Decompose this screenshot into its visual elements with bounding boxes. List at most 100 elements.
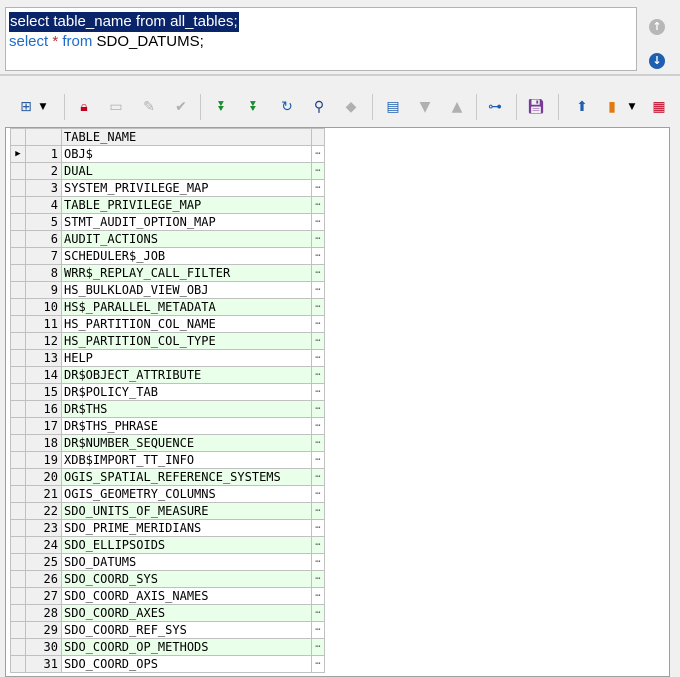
delete-record-icon[interactable]: ✎ xyxy=(138,90,160,124)
table-row[interactable]: 29 SDO_COORD_REF_SYS ⋯ xyxy=(10,621,325,639)
cell-edit-button[interactable]: ⋯ xyxy=(311,332,325,350)
table-row[interactable]: 2 DUAL ⋯ xyxy=(10,162,325,180)
cell-edit-button[interactable]: ⋯ xyxy=(311,536,325,554)
table-row[interactable]: 3 SYSTEM_PRIVILEGE_MAP ⋯ xyxy=(10,179,325,197)
chevron-down-icon[interactable]: ▼ xyxy=(37,90,49,124)
cell-edit-button[interactable]: ⋯ xyxy=(311,349,325,367)
cell-edit-button[interactable]: ⋯ xyxy=(311,621,325,639)
table-row[interactable]: 20 OGIS_SPATIAL_REFERENCE_SYSTEMS ⋯ xyxy=(10,468,325,486)
table-row[interactable]: 17 DR$THS_PHRASE ⋯ xyxy=(10,417,325,435)
table-row[interactable]: 21 OGIS_GEOMETRY_COLUMNS ⋯ xyxy=(10,485,325,503)
sort-ascending-icon[interactable]: ▼ xyxy=(414,90,436,124)
cell-edit-button[interactable]: ⋯ xyxy=(311,587,325,605)
table-name-cell[interactable]: SDO_COORD_REF_SYS xyxy=(61,621,312,639)
query-by-example-icon[interactable]: ▤ xyxy=(382,90,404,124)
sql-line-selected[interactable]: select table_name from all_tables; xyxy=(9,12,239,32)
cell-edit-button[interactable]: ⋯ xyxy=(311,298,325,316)
table-row[interactable]: 28 SDO_COORD_AXES ⋯ xyxy=(10,604,325,622)
table-row[interactable]: 5 STMT_AUDIT_OPTION_MAP ⋯ xyxy=(10,213,325,231)
find-icon[interactable]: ⚲ xyxy=(308,90,330,124)
table-name-cell[interactable]: TABLE_PRIVILEGE_MAP xyxy=(61,196,312,214)
fetch-last-icon[interactable]: ⏬︎ xyxy=(243,90,265,124)
sort-descending-icon[interactable]: ▲ xyxy=(446,90,468,124)
table-row[interactable]: 30 SDO_COORD_OP_METHODS ⋯ xyxy=(10,638,325,656)
table-name-cell[interactable]: HS_PARTITION_COL_TYPE xyxy=(61,332,312,350)
table-row[interactable]: 25 SDO_DATUMS ⋯ xyxy=(10,553,325,571)
cell-edit-button[interactable]: ⋯ xyxy=(311,162,325,180)
cell-edit-button[interactable]: ⋯ xyxy=(311,570,325,588)
table-name-cell[interactable]: SDO_PRIME_MERIDIANS xyxy=(61,519,312,537)
cell-edit-button[interactable]: ⋯ xyxy=(311,485,325,503)
table-row[interactable]: 15 DR$POLICY_TAB ⋯ xyxy=(10,383,325,401)
grid-select-icon[interactable]: ⊞ xyxy=(15,90,37,124)
cell-edit-button[interactable]: ⋯ xyxy=(311,468,325,486)
table-name-cell[interactable]: SYSTEM_PRIVILEGE_MAP xyxy=(61,179,312,197)
table-row[interactable]: 16 DR$THS ⋯ xyxy=(10,400,325,418)
cell-edit-button[interactable]: ⋯ xyxy=(311,230,325,248)
table-name-cell[interactable]: HS$_PARALLEL_METADATA xyxy=(61,298,312,316)
result-grid[interactable]: TABLE_NAME ▶ 1 OBJ$ ⋯ 2 DUAL ⋯ 3 SYSTEM_PRIVILEG… xyxy=(5,127,670,677)
cell-edit-button[interactable]: ⋯ xyxy=(311,247,325,265)
cell-edit-button[interactable]: ⋯ xyxy=(311,638,325,656)
table-name-cell[interactable]: OGIS_SPATIAL_REFERENCE_SYSTEMS xyxy=(61,468,312,486)
up-arrow-icon[interactable]: ↑ xyxy=(649,19,665,35)
cell-edit-button[interactable]: ⋯ xyxy=(311,655,325,673)
cell-edit-button[interactable]: ⋯ xyxy=(311,604,325,622)
table-name-cell[interactable]: SDO_COORD_OPS xyxy=(61,655,312,673)
table-row[interactable]: 6 AUDIT_ACTIONS ⋯ xyxy=(10,230,325,248)
table-name-cell[interactable]: OBJ$ xyxy=(61,145,312,163)
table-row[interactable]: 31 SDO_COORD_OPS ⋯ xyxy=(10,655,325,673)
table-name-cell[interactable]: SDO_ELLIPSOIDS xyxy=(61,536,312,554)
table-name-cell[interactable]: SDO_COORD_AXIS_NAMES xyxy=(61,587,312,605)
tree-view-icon[interactable]: ⊶ xyxy=(484,90,506,124)
cell-edit-button[interactable]: ⋯ xyxy=(311,179,325,197)
cell-edit-button[interactable]: ⋯ xyxy=(311,502,325,520)
table-row[interactable]: 22 SDO_UNITS_OF_MEASURE ⋯ xyxy=(10,502,325,520)
table-row[interactable]: 13 HELP ⋯ xyxy=(10,349,325,367)
table-name-cell[interactable]: DR$OBJECT_ATTRIBUTE xyxy=(61,366,312,384)
table-name-cell[interactable]: AUDIT_ACTIONS xyxy=(61,230,312,248)
table-name-cell[interactable]: HS_PARTITION_COL_NAME xyxy=(61,315,312,333)
cell-edit-button[interactable]: ⋯ xyxy=(311,264,325,282)
sql-line[interactable]: select * from SDO_DATUMS; xyxy=(9,32,204,52)
export-icon[interactable]: ⬆ xyxy=(571,90,593,124)
down-arrow-icon[interactable]: ↓ xyxy=(649,53,665,69)
table-name-cell[interactable]: DR$THS_PHRASE xyxy=(61,417,312,435)
table-row[interactable]: 18 DR$NUMBER_SEQUENCE ⋯ xyxy=(10,434,325,452)
table-name-cell[interactable]: SDO_UNITS_OF_MEASURE xyxy=(61,502,312,520)
save-icon[interactable]: 💾︎ xyxy=(525,90,547,124)
table-row[interactable]: 14 DR$OBJECT_ATTRIBUTE ⋯ xyxy=(10,366,325,384)
table-view-icon[interactable]: ▦ xyxy=(648,90,670,124)
table-row[interactable]: 12 HS_PARTITION_COL_TYPE ⋯ xyxy=(10,332,325,350)
cell-edit-button[interactable]: ⋯ xyxy=(311,281,325,299)
cell-edit-button[interactable]: ⋯ xyxy=(311,366,325,384)
table-row[interactable]: 8 WRR$_REPLAY_CALL_FILTER ⋯ xyxy=(10,264,325,282)
table-name-cell[interactable]: XDB$IMPORT_TT_INFO xyxy=(61,451,312,469)
table-name-cell[interactable]: DR$NUMBER_SEQUENCE xyxy=(61,434,312,452)
lock-icon[interactable]: 🔒︎ xyxy=(73,90,95,124)
column-header-table-name[interactable]: TABLE_NAME xyxy=(61,128,312,146)
cell-edit-button[interactable]: ⋯ xyxy=(311,196,325,214)
table-name-cell[interactable]: DUAL xyxy=(61,162,312,180)
table-row[interactable]: 24 SDO_ELLIPSOIDS ⋯ xyxy=(10,536,325,554)
fetch-next-icon[interactable]: ⏬︎ xyxy=(211,90,233,124)
post-check-icon[interactable]: ✔ xyxy=(170,90,192,124)
table-name-cell[interactable]: SDO_COORD_SYS xyxy=(61,570,312,588)
add-record-icon[interactable]: ▭ xyxy=(105,90,127,124)
table-name-cell[interactable]: STMT_AUDIT_OPTION_MAP xyxy=(61,213,312,231)
clear-icon[interactable]: ◆ xyxy=(340,90,362,124)
chart-icon[interactable]: ▮ xyxy=(601,90,623,124)
table-row[interactable]: 27 SDO_COORD_AXIS_NAMES ⋯ xyxy=(10,587,325,605)
table-row[interactable]: ▶ 1 OBJ$ ⋯ xyxy=(10,145,325,163)
cell-edit-button[interactable]: ⋯ xyxy=(311,213,325,231)
cell-edit-button[interactable]: ⋯ xyxy=(311,315,325,333)
cell-edit-button[interactable]: ⋯ xyxy=(311,553,325,571)
table-name-cell[interactable]: DR$POLICY_TAB xyxy=(61,383,312,401)
cell-edit-button[interactable]: ⋯ xyxy=(311,417,325,435)
cell-edit-button[interactable]: ⋯ xyxy=(311,434,325,452)
cell-edit-button[interactable]: ⋯ xyxy=(311,519,325,537)
table-name-cell[interactable]: OGIS_GEOMETRY_COLUMNS xyxy=(61,485,312,503)
sql-editor[interactable]: select table_name from all_tables; selec… xyxy=(5,7,637,71)
table-row[interactable]: 7 SCHEDULER$_JOB ⋯ xyxy=(10,247,325,265)
cell-edit-button[interactable]: ⋯ xyxy=(311,400,325,418)
